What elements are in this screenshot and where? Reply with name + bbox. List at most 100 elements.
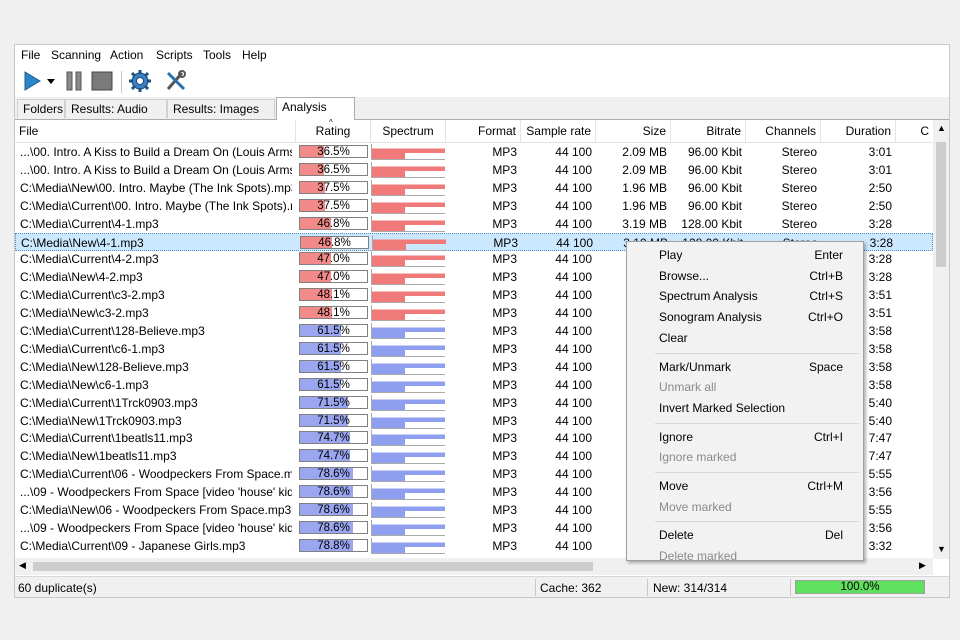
menu-scripts[interactable]: Scripts (156, 48, 193, 62)
rating-bar: 37.5% (299, 180, 368, 194)
scroll-left-icon[interactable]: ◀ (19, 560, 26, 571)
rating-bar: 48.1% (299, 288, 368, 302)
cell-format: MP3 (492, 520, 517, 535)
context-menu: Play Enter Browse... Ctrl+B Spectrum Analysi… (626, 241, 864, 563)
menu-separator (655, 352, 859, 354)
cell-format: MP3 (492, 395, 517, 410)
rating-bar: 46.8% (299, 216, 368, 230)
cell-format: MP3 (493, 235, 518, 250)
scroll-up-icon[interactable]: ▲ (937, 123, 946, 133)
cell-format: MP3 (492, 431, 517, 446)
context-menu-item-delete[interactable]: Delete Del (627, 525, 863, 545)
column-rating[interactable]: ^ Rating (296, 118, 371, 142)
cell-rate: 44 100 (555, 485, 592, 500)
table-row[interactable]: C:\Media\Current\00. Intro. Maybe (The I… (15, 197, 933, 215)
rating-value: 61.5% (317, 325, 350, 337)
table-row[interactable]: ...\00. Intro. A Kiss to Build a Dream O… (15, 143, 933, 161)
column-duration[interactable]: Duration (821, 120, 896, 142)
rating-value: 71.5% (317, 414, 350, 427)
rating-bar: 47.0% (299, 270, 368, 284)
context-menu-item-spectrum-analysis[interactable]: Spectrum Analysis Ctrl+S (627, 286, 863, 306)
status-separator (647, 579, 648, 596)
spectrum-thumbnail (371, 144, 445, 160)
menu-item-shortcut: Space (808, 359, 843, 374)
tab-results-images[interactable]: Results: Images (31) (167, 99, 275, 135)
cell-rate: 44 100 (555, 503, 592, 517)
column-spectrum[interactable]: Spectrum (371, 120, 446, 142)
column-bitrate[interactable]: Bitrate (671, 120, 746, 142)
cell-format: MP3 (492, 467, 517, 482)
stop-button[interactable] (90, 69, 114, 93)
tab-results-audio[interactable]: Results: Audio (29) (65, 99, 167, 135)
cell-rate: 44 100 (555, 341, 592, 356)
menu-tools[interactable]: Tools (203, 48, 231, 62)
play-button[interactable] (21, 69, 43, 93)
settings-gear-icon (129, 70, 151, 92)
menu-item-label: Sonogram Analysis (659, 310, 762, 325)
menu-help[interactable]: Help (242, 48, 267, 62)
menu-file[interactable]: File (21, 48, 40, 62)
menu-action[interactable]: Action (110, 48, 143, 62)
context-menu-item-clear[interactable]: Clear (627, 328, 863, 348)
context-menu-item-move[interactable]: Move Ctrl+M (627, 476, 863, 496)
cell-rate: 44 100 (555, 216, 592, 231)
cell-rate: 44 100 (555, 145, 592, 159)
status-separator (535, 579, 536, 596)
scroll-right-icon[interactable]: ▶ (919, 560, 926, 571)
column-file[interactable]: File (15, 120, 296, 142)
menu-separator (655, 472, 859, 473)
spectrum-thumbnail (371, 323, 445, 339)
file-path: C:\Media\New\4-2.mp3 (20, 270, 143, 285)
cell-rate: 44 100 (555, 520, 592, 535)
rating-bar: 46.8% (300, 235, 369, 249)
cell-size: 2.09 MB (622, 162, 667, 177)
toolbar (15, 65, 949, 97)
hscroll-thumb[interactable] (33, 562, 593, 571)
context-menu-item-ignore[interactable]: Ignore Ctrl+I (627, 427, 863, 447)
cell-bitrate: 128.00 Kbit (681, 216, 742, 231)
context-menu-item-play[interactable]: Play Enter (627, 245, 863, 265)
play-dropdown[interactable] (45, 69, 57, 93)
cell-format: MP3 (492, 413, 517, 428)
stop-icon (91, 71, 113, 91)
column-format[interactable]: Format (446, 120, 521, 142)
column-c[interactable]: C (896, 120, 933, 142)
column-channels[interactable]: Channels (746, 120, 821, 142)
table-row[interactable]: C:\Media\New\00. Intro. Maybe (The Ink S… (15, 179, 933, 197)
column-size[interactable]: Size (596, 120, 671, 142)
spectrum-thumbnail (371, 394, 445, 411)
cell-rate: 44 100 (555, 413, 592, 428)
tab-analysis[interactable]: Analysis (109) (276, 97, 355, 133)
rating-bar: 36.5% (299, 145, 368, 158)
context-menu-item-invert-marked-selection[interactable]: Invert Marked Selection (627, 398, 863, 418)
table-row[interactable]: ...\00. Intro. A Kiss to Build a Dream O… (15, 161, 933, 179)
file-path: C:\Media\New\1beatls11.mp3 (20, 449, 177, 464)
cell-rate: 44 100 (555, 270, 592, 285)
file-path: C:\Media\New\06 - Woodpeckers From Space… (20, 503, 292, 517)
menu-scanning[interactable]: Scanning (51, 48, 101, 62)
table-row[interactable]: C:\Media\Current\4-1.mp3 46.8% MP3 44 100 3.… (15, 215, 933, 233)
vertical-scrollbar[interactable]: ▲ ▼ (933, 120, 949, 559)
rating-bar: 71.5% (299, 413, 368, 427)
file-path: C:\Media\Current\c6-1.mp3 (20, 341, 165, 356)
context-menu-item-sonogram-analysis[interactable]: Sonogram Analysis Ctrl+O (627, 307, 863, 327)
status-bar: 60 duplicate(s) Cache: 362 New: 314/314 … (15, 576, 949, 597)
context-menu-item-browse[interactable]: Browse... Ctrl+B (627, 266, 863, 286)
tools-icon (166, 70, 186, 91)
file-path: C:\Media\Current\00. Intro. Maybe (The I… (20, 198, 292, 213)
scroll-thumb[interactable] (936, 142, 946, 267)
cell-format: MP3 (492, 341, 517, 356)
file-path: C:\Media\Current\06 - Woodpeckers From S… (20, 467, 292, 482)
settings-button[interactable] (127, 69, 153, 93)
context-menu-item-mark-unmark[interactable]: Mark/Unmark Space (627, 357, 863, 377)
tab-folders[interactable]: Folders (17, 99, 65, 118)
pause-button[interactable] (63, 69, 85, 93)
cell-bitrate: 96.00 Kbit (687, 198, 742, 213)
column-sample-rate[interactable]: Sample rate (521, 120, 596, 142)
spectrum-thumbnail (371, 358, 445, 375)
tools-button[interactable] (163, 69, 189, 93)
rating-value: 78.8% (317, 539, 350, 552)
spectrum-thumbnail (371, 287, 445, 304)
scroll-down-icon[interactable]: ▼ (937, 544, 946, 554)
menu-item-label: Ignore (659, 429, 694, 444)
